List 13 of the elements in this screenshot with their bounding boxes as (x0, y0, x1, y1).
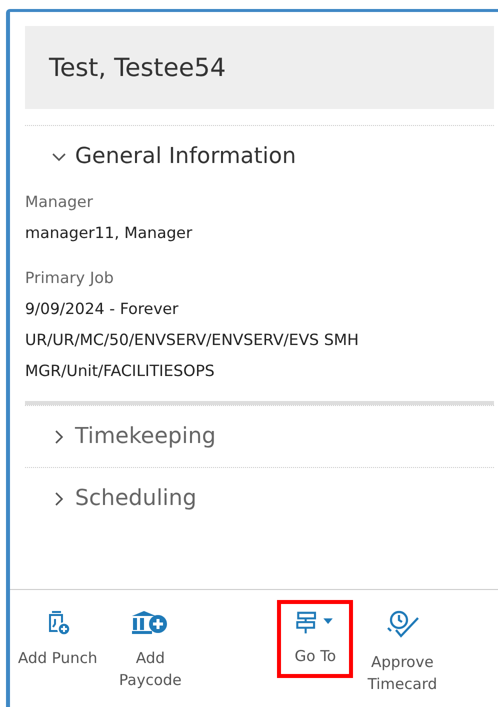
field-value: UR/UR/MC/50/ENVSERV/ENVSERV/EVS SMH MGR/Unit/FACILITIESOPS (25, 330, 360, 382)
section-header[interactable]: General Information (25, 126, 296, 187)
field-label: Manager (25, 192, 94, 213)
field-value: manager11, Manager (25, 223, 194, 244)
toolbar-button[interactable]: Add Paycode (101, 606, 200, 707)
toolbar-button[interactable]: Approve Timecard (353, 606, 452, 707)
highlighted-toolbar-button[interactable]: Go To (277, 600, 354, 678)
field-value: 9/09/2024 - Forever (25, 299, 180, 320)
section-header[interactable]: Timekeeping (25, 406, 216, 467)
section-header[interactable]: Scheduling (25, 468, 197, 529)
name-header: Test, Testee54 (25, 26, 494, 109)
toolbar-button[interactable]: Add Punch (14, 606, 102, 707)
field-label: Primary Job (25, 268, 115, 289)
